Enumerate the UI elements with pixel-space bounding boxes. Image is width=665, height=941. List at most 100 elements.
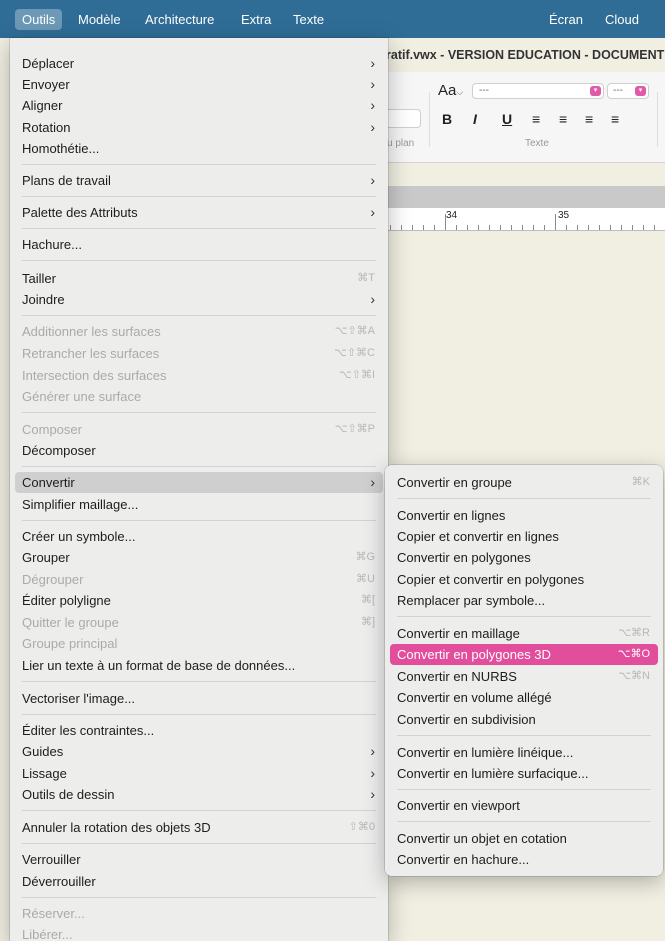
menu-item-shortcut: ⇧⌘0: [348, 821, 375, 833]
menu-item-intersection-surfaces: Intersection des surfaces ⌥⇧⌘I: [15, 365, 383, 386]
bold-button[interactable]: B: [442, 111, 452, 127]
submenu-item-convertir-lumiere-surfacique[interactable]: Convertir en lumière surfacique...: [390, 763, 658, 784]
menu-item-label: Générer une surface: [22, 389, 142, 404]
font-style-button[interactable]: Aa⌵: [438, 82, 463, 99]
ruler-tick: [445, 214, 446, 230]
menu-item-label: Retrancher les surfaces: [22, 346, 160, 361]
menu-item-homothetie[interactable]: Homothétie...: [15, 138, 383, 159]
submenu-item-convertir-groupe[interactable]: Convertir en groupe ⌘K: [390, 472, 658, 493]
menu-item-label: Plans de travail: [22, 173, 111, 188]
ruler-tick: [467, 225, 468, 230]
menu-separator: [22, 164, 376, 165]
font-style-label: Aa: [438, 82, 457, 99]
menu-item-lier-texte[interactable]: Lier un texte à un format de base de don…: [15, 655, 383, 676]
submenu-item-convertir-hachure[interactable]: Convertir en hachure...: [390, 849, 658, 870]
menu-item-shortcut: ⌘U: [356, 573, 375, 585]
menu-item-palette-attributs[interactable]: Palette des Attributs ›: [15, 202, 383, 223]
submenu-item-convertir-lumiere-lineique[interactable]: Convertir en lumière linéique...: [390, 742, 658, 763]
menu-item-shortcut: ⌥⌘N: [618, 670, 650, 682]
submenu-item-convertir-volume-allege[interactable]: Convertir en volume allégé: [390, 687, 658, 708]
toolbar-divider: [429, 92, 430, 147]
ruler-tick: [533, 225, 534, 230]
align-right-button[interactable]: ≡: [585, 111, 593, 127]
toolbar-caption-plan: u plan: [387, 138, 415, 149]
menu-item-annuler-rotation-3d[interactable]: Annuler la rotation des objets 3D ⇧⌘0: [15, 817, 383, 838]
menu-modele[interactable]: Modèle: [71, 9, 128, 30]
submenu-item-convertir-viewport[interactable]: Convertir en viewport: [390, 795, 658, 816]
menu-outils[interactable]: Outils: [15, 9, 63, 30]
chevron-right-icon: ›: [370, 97, 375, 113]
submenu-item-convertir-polygones-3d[interactable]: Convertir en polygones 3D ⌥⌘O: [390, 644, 658, 665]
menu-ecran[interactable]: Écran: [542, 9, 590, 30]
italic-button[interactable]: I: [473, 111, 477, 127]
menu-item-label: Grouper: [22, 550, 70, 565]
menu-item-editer-contraintes[interactable]: Éditer les contraintes...: [15, 720, 383, 741]
menu-architecture[interactable]: Architecture: [138, 9, 221, 30]
menu-item-plans-de-travail[interactable]: Plans de travail ›: [15, 170, 383, 191]
chevron-right-icon: ›: [370, 172, 375, 188]
menu-item-label: Additionner les surfaces: [22, 324, 161, 339]
menu-item-rotation[interactable]: Rotation ›: [15, 117, 383, 138]
ruler-label: 35: [558, 210, 570, 221]
menu-item-editer-polyligne[interactable]: Éditer polyligne ⌘[: [15, 590, 383, 611]
menu-item-label: Verrouiller: [22, 852, 81, 867]
menu-item-decomposer[interactable]: Décomposer: [15, 440, 383, 461]
chevron-right-icon: ›: [370, 76, 375, 92]
menu-extra[interactable]: Extra: [234, 9, 278, 30]
menu-separator: [397, 498, 651, 499]
submenu-item-convertir-cotation[interactable]: Convertir un objet en cotation: [390, 828, 658, 849]
menu-item-envoyer[interactable]: Envoyer ›: [15, 74, 383, 95]
menu-separator: [22, 196, 376, 197]
menu-item-creer-symbole[interactable]: Créer un symbole...: [15, 526, 383, 547]
horizontal-ruler[interactable]: 34 35: [386, 208, 665, 231]
menu-cloud[interactable]: Cloud: [598, 9, 646, 30]
menu-item-grouper[interactable]: Grouper ⌘G: [15, 547, 383, 568]
submenu-item-convertir-nurbs[interactable]: Convertir en NURBS ⌥⌘N: [390, 666, 658, 687]
align-center-button[interactable]: ≡: [559, 111, 567, 127]
layer-field[interactable]: [386, 109, 421, 128]
underline-button[interactable]: U: [502, 111, 512, 127]
submenu-item-copier-convertir-lignes[interactable]: Copier et convertir en lignes: [390, 526, 658, 547]
menu-item-label: Convertir en subdivision: [397, 712, 536, 727]
menu-item-retrancher-surfaces: Retrancher les surfaces ⌥⇧⌘C: [15, 343, 383, 364]
menu-item-joindre[interactable]: Joindre ›: [15, 289, 383, 310]
submenu-item-convertir-lignes[interactable]: Convertir en lignes: [390, 505, 658, 526]
font-select[interactable]: --- ▾: [472, 83, 604, 99]
menu-item-label: Libérer...: [22, 927, 73, 941]
menu-item-label: Éditer polyligne: [22, 593, 111, 608]
align-left-button[interactable]: ≡: [532, 111, 540, 127]
submenu-item-convertir-maillage[interactable]: Convertir en maillage ⌥⌘R: [390, 623, 658, 644]
menu-item-deplacer[interactable]: Déplacer ›: [15, 53, 383, 74]
menu-item-verrouiller[interactable]: Verrouiller: [15, 849, 383, 870]
menu-item-label: Convertir en hachure...: [397, 852, 530, 867]
menu-item-label: Copier et convertir en polygones: [397, 572, 585, 587]
menu-item-simplifier-maillage[interactable]: Simplifier maillage...: [15, 494, 383, 515]
size-select[interactable]: --- ▾: [607, 83, 649, 99]
menu-item-tailler[interactable]: Tailler ⌘T: [15, 268, 383, 289]
submenu-item-convertir-subdivision[interactable]: Convertir en subdivision: [390, 709, 658, 730]
menu-texte[interactable]: Texte: [286, 9, 331, 30]
menu-item-aligner[interactable]: Aligner ›: [15, 95, 383, 116]
menu-item-label: Lissage: [22, 766, 67, 781]
ruler-tick: [544, 225, 545, 230]
menu-item-outils-dessin[interactable]: Outils de dessin ›: [15, 784, 383, 805]
submenu-item-remplacer-symbole[interactable]: Remplacer par symbole...: [390, 590, 658, 611]
menu-separator: [22, 520, 376, 521]
menu-item-deverrouiller[interactable]: Déverrouiller: [15, 871, 383, 892]
dropdown-arrow-icon: ▾: [590, 86, 601, 96]
menu-item-shortcut: ⌘T: [357, 272, 375, 284]
menu-item-label: Convertir en maillage: [397, 626, 520, 641]
ruler-tick: [588, 225, 589, 230]
menu-item-guides[interactable]: Guides ›: [15, 741, 383, 762]
align-justify-button[interactable]: ≡: [611, 111, 619, 127]
window-title: ratif.vwx - VERSION EDUCATION - DOCUMENT: [386, 48, 665, 62]
menu-item-hachure[interactable]: Hachure...: [15, 234, 383, 255]
menu-item-label: Convertir en polygones 3D: [397, 647, 551, 662]
submenu-item-copier-convertir-polygones[interactable]: Copier et convertir en polygones: [390, 569, 658, 590]
menu-item-label: Aligner: [22, 98, 63, 113]
menu-item-vectoriser-image[interactable]: Vectoriser l'image...: [15, 688, 383, 709]
menu-item-lissage[interactable]: Lissage ›: [15, 763, 383, 784]
menu-item-convertir[interactable]: Convertir ›: [15, 472, 383, 493]
submenu-item-convertir-polygones[interactable]: Convertir en polygones: [390, 547, 658, 568]
chevron-right-icon: ›: [370, 119, 375, 135]
